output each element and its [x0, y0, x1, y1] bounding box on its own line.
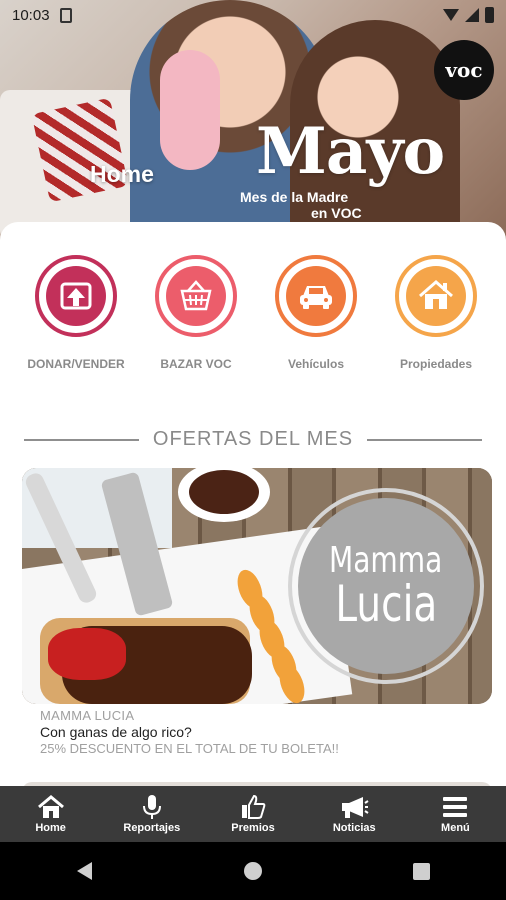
status-bar: 10:03: [0, 0, 506, 30]
category-propiedades[interactable]: Propiedades: [376, 255, 496, 371]
section-title: OFERTAS DEL MES: [152, 428, 354, 450]
back-button[interactable]: [54, 851, 114, 891]
hero-title: Mayo: [256, 114, 445, 189]
category-bazar-voc[interactable]: BAZAR VOC: [136, 255, 256, 371]
hero-subtitle-line1: Mes de la Madre: [240, 189, 349, 205]
thumbs-up-icon: [240, 794, 266, 820]
upload-icon: [46, 266, 106, 326]
brand-logo-line2: Lucia: [335, 575, 437, 633]
category-label: BAZAR VOC: [160, 357, 232, 371]
recent-apps-icon: [413, 862, 431, 880]
car-icon: [286, 266, 346, 326]
offer-title[interactable]: Con ganas de algo rico?: [40, 724, 192, 740]
page-title: Home: [90, 161, 154, 187]
offer-card-image[interactable]: Mamma Lucia: [22, 468, 492, 704]
hero-subtitle-line2: en VOC: [311, 205, 362, 221]
back-icon: [76, 862, 92, 880]
brand-logo-line1: Mamma: [329, 540, 443, 581]
voc-logo[interactable]: voc: [434, 40, 494, 100]
nav-menu[interactable]: Menú: [405, 786, 506, 842]
category-circle[interactable]: [35, 255, 117, 337]
nav-label: Noticias: [332, 822, 376, 834]
category-label: Propiedades: [399, 357, 473, 371]
main-content: DONAR/VENDER BAZAR VOC Vehículos Propied…: [0, 222, 506, 786]
child-arm: [160, 50, 220, 170]
offer-brand: MAMMA LUCIA: [40, 708, 135, 723]
nav-home[interactable]: Home: [0, 786, 101, 842]
nav-reportajes[interactable]: Reportajes: [101, 786, 202, 842]
wifi-icon: [443, 9, 459, 21]
hamburger-menu-icon: [442, 794, 468, 820]
category-row: DONAR/VENDER BAZAR VOC Vehículos Propied…: [0, 255, 506, 371]
offer-description: 25% DESCUENTO EN EL TOTAL DE TU BOLETA!!: [40, 741, 339, 756]
home-circle-icon: [243, 862, 262, 880]
nav-label: Premios: [231, 822, 275, 834]
nav-label: Menú: [441, 822, 470, 834]
section-header: OFERTAS DEL MES: [24, 428, 483, 451]
bottom-navigation: Home Reportajes Premios Noticias Menú: [0, 786, 506, 842]
signal-icon: [465, 8, 479, 22]
system-navigation-bar: [0, 842, 506, 900]
home-icon: [37, 794, 65, 820]
megaphone-icon: [339, 794, 369, 820]
microphone-icon: [141, 794, 163, 820]
strawberry: [48, 628, 126, 680]
status-time: 10:03: [12, 6, 50, 24]
sim-card-icon: [59, 7, 72, 23]
battery-icon: [485, 7, 494, 23]
category-label: Vehículos: [287, 357, 345, 371]
category-donar-vender[interactable]: DONAR/VENDER: [16, 255, 136, 371]
recent-apps-button[interactable]: [392, 851, 452, 891]
divider-left: [24, 438, 139, 441]
category-label: DONAR/VENDER: [27, 357, 125, 371]
divider-right: [367, 438, 483, 441]
home-button[interactable]: [223, 851, 283, 891]
category-circle[interactable]: [395, 255, 477, 337]
nav-noticias[interactable]: Noticias: [304, 786, 405, 842]
brand-logo-badge: Mamma Lucia: [288, 488, 484, 684]
category-circle[interactable]: [155, 255, 237, 337]
category-circle[interactable]: [275, 255, 357, 337]
brand-logo-inner: Mamma Lucia: [298, 498, 474, 674]
voc-logo-text: voc: [445, 58, 483, 82]
nav-label: Reportajes: [123, 822, 181, 834]
hero-banner[interactable]: 10:03 voc Home Mayo Mes de la Madre en V…: [0, 0, 506, 240]
category-vehiculos[interactable]: Vehículos: [256, 255, 376, 371]
basket-icon: [166, 266, 226, 326]
nav-label: Home: [35, 822, 66, 834]
house-icon: [406, 266, 466, 326]
nav-premios[interactable]: Premios: [202, 786, 303, 842]
